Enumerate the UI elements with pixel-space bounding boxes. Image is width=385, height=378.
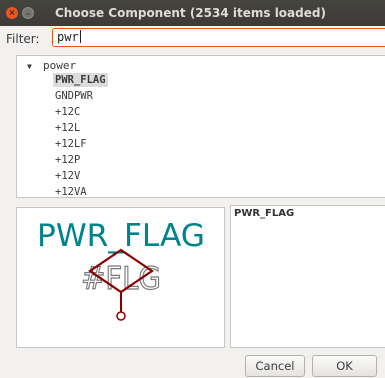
filter-input[interactable]: pwr — [52, 28, 385, 47]
symbol-graphic: PWR_FLAG #FLG — [37, 218, 205, 321]
ok-button[interactable]: OK — [312, 355, 377, 377]
tree-item[interactable]: +12LF — [53, 137, 89, 151]
symbol-value-text: PWR_FLAG — [37, 218, 205, 254]
tree-item[interactable]: +12V — [53, 169, 82, 183]
filter-value: pwr — [57, 30, 79, 44]
text-caret — [79, 30, 81, 43]
expand-arrow-icon[interactable]: ▼ — [27, 60, 43, 74]
component-tree[interactable]: ▼ power PWR_FLAG GNDPWR +12C +12L +12LF +… — [16, 55, 385, 198]
button-bar: Cancel OK — [0, 350, 385, 378]
tree-item[interactable]: +12C — [53, 105, 82, 119]
minimize-icon[interactable]: – — [22, 7, 34, 19]
description-panel: PWR_FLAG — [230, 205, 385, 348]
title-bar: × – Choose Component (2534 items loaded) — [0, 0, 385, 26]
tree-item[interactable]: PWR_FLAG — [53, 73, 108, 87]
tree-item[interactable]: +12P — [53, 153, 82, 167]
close-icon[interactable]: × — [6, 7, 18, 19]
tree-group-label: power — [43, 59, 77, 72]
cancel-button[interactable]: Cancel — [245, 355, 305, 377]
pin-endpoint-circle — [116, 311, 126, 321]
tree-group-power[interactable]: ▼ power — [27, 59, 76, 73]
filter-label: Filter: — [6, 32, 40, 46]
tree-item[interactable]: +12L — [53, 121, 82, 135]
symbol-preview: PWR_FLAG #FLG — [16, 207, 225, 348]
tree-item[interactable]: GNDPWR — [53, 89, 95, 103]
window-title: Choose Component (2534 items loaded) — [55, 6, 326, 20]
tree-item[interactable]: +12VA — [53, 185, 89, 197]
description-title: PWR_FLAG — [234, 208, 295, 219]
